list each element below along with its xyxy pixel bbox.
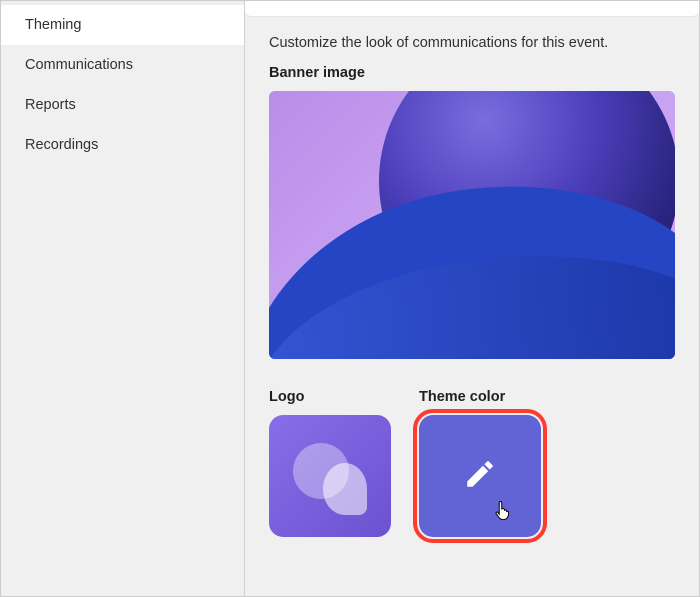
logo-group: Logo [269, 389, 391, 537]
theme-color-label: Theme color [419, 389, 541, 405]
hand-cursor-icon [493, 499, 513, 523]
sidebar-item-reports[interactable]: Reports [1, 85, 244, 125]
panel-description: Customize the look of communications for… [269, 35, 675, 51]
sidebar-item-theming[interactable]: Theming [1, 5, 244, 45]
banner-image-label: Banner image [269, 65, 675, 81]
sidebar-item-communications[interactable]: Communications [1, 45, 244, 85]
panel-top-edge [245, 1, 699, 17]
sidebar-item-label: Reports [25, 97, 76, 113]
sidebar-item-recordings[interactable]: Recordings [1, 125, 244, 165]
sidebar-item-label: Communications [25, 57, 133, 73]
edit-pencil-icon [463, 457, 497, 496]
chat-bubble-icon [323, 463, 367, 515]
theme-color-tile[interactable] [419, 415, 541, 537]
theme-color-group: Theme color [419, 389, 541, 537]
settings-sidebar: Theming Communications Reports Recording… [1, 1, 245, 596]
sidebar-item-label: Recordings [25, 137, 98, 153]
banner-image-preview[interactable] [269, 91, 675, 359]
tile-row: Logo Theme color [269, 389, 675, 537]
sidebar-item-label: Theming [25, 17, 81, 33]
logo-tile[interactable] [269, 415, 391, 537]
logo-label: Logo [269, 389, 391, 405]
theming-panel: Customize the look of communications for… [245, 1, 699, 596]
